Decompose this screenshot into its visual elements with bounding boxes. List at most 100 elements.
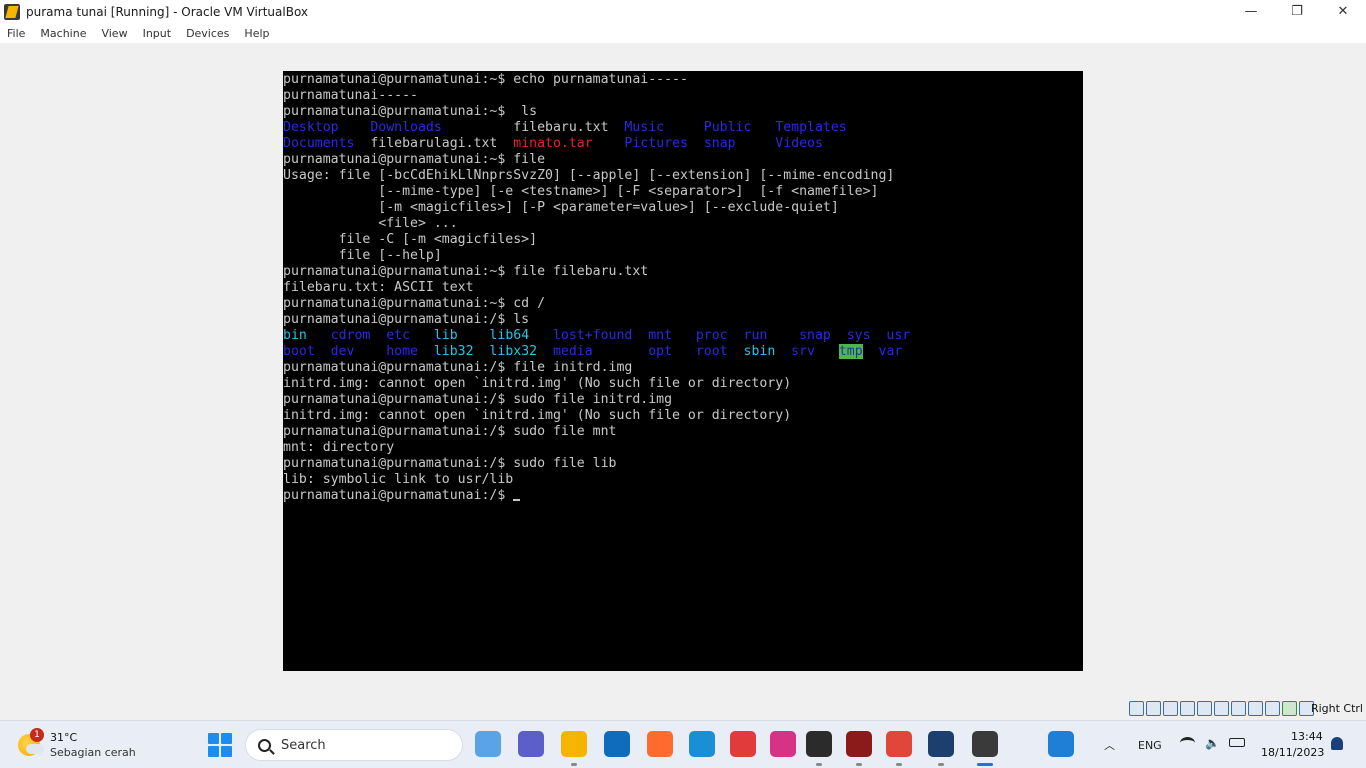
terminal-text-segment: var bbox=[862, 344, 903, 359]
weather-temperature: 31°C bbox=[50, 731, 78, 744]
menu-file[interactable]: File bbox=[7, 27, 25, 40]
running-indicator bbox=[896, 763, 902, 766]
terminal-text-segment: initrd.img: cannot open `initrd.img' (No… bbox=[283, 408, 792, 423]
terminal-text-segment: purnamatunai@purnamatunai:~$ file fileba… bbox=[283, 264, 649, 279]
terminal-text-segment: filebaru.txt bbox=[513, 120, 625, 135]
virtualbox-vm-icon[interactable] bbox=[972, 731, 998, 757]
teams-icon[interactable] bbox=[518, 731, 544, 757]
input-language[interactable]: ENG bbox=[1138, 739, 1162, 752]
winrar-icon[interactable] bbox=[846, 731, 872, 757]
terminal-line: purnamatunai@purnamatunai:/$ file initrd… bbox=[283, 360, 1083, 376]
menu-machine[interactable]: Machine bbox=[40, 27, 86, 40]
chrome-icon[interactable] bbox=[886, 731, 912, 757]
recording-icon[interactable] bbox=[1248, 701, 1263, 716]
window-titlebar: purama tunai [Running] - Oracle VM Virtu… bbox=[0, 0, 1366, 23]
terminal-text-segment: srv bbox=[775, 344, 839, 359]
terminal-text-segment: lib lib64 bbox=[433, 328, 553, 343]
notification-bell-icon[interactable] bbox=[1331, 737, 1343, 750]
terminal-text-segment: purnamatunai@purnamatunai:~$ echo purnam… bbox=[283, 72, 688, 87]
terminal-text-segment: purnamatunai@purnamatunai:~$ cd / bbox=[283, 296, 546, 311]
terminal-text-segment: tmp bbox=[838, 344, 863, 359]
edge-icon[interactable] bbox=[689, 731, 715, 757]
mouse-integration-icon[interactable] bbox=[1282, 701, 1297, 716]
terminal-text-segment: purnamatunai@purnamatunai:/$ file initrd… bbox=[283, 360, 633, 375]
terminal-line: Desktop Downloads filebaru.txt Music Pub… bbox=[283, 120, 1083, 136]
terminal-text-segment: file -C [-m <magicfiles>] bbox=[283, 232, 538, 247]
windows-logo-tile bbox=[208, 733, 219, 744]
terminal-text-segment: purnamatunai@purnamatunai:/$ sudo file m… bbox=[283, 424, 617, 439]
wps-office-icon[interactable] bbox=[770, 731, 796, 757]
close-button[interactable]: ✕ bbox=[1320, 0, 1366, 23]
host-key-label: Right Ctrl bbox=[1310, 702, 1363, 715]
battery-icon[interactable] bbox=[1229, 738, 1245, 747]
maximize-button[interactable]: ❐ bbox=[1274, 0, 1320, 23]
terminal-line: purnamatunai@purnamatunai:/$ sudo file l… bbox=[283, 456, 1083, 472]
terminal-line: <file> ... bbox=[283, 216, 1083, 232]
terminal-text-segment: Pictures snap Videos bbox=[592, 136, 823, 151]
clock-date[interactable]: 18/11/2023 bbox=[1261, 746, 1324, 759]
terminal-text-segment: lib: symbolic link to usr/lib bbox=[283, 472, 514, 487]
copilot-icon[interactable] bbox=[475, 731, 501, 757]
terminal-text-segment: initrd.img: cannot open `initrd.img' (No… bbox=[283, 376, 792, 391]
terminal-line: purnamatunai@purnamatunai:/$ sudo file m… bbox=[283, 424, 1083, 440]
microsoft-store-icon[interactable] bbox=[604, 731, 630, 757]
taskbar-search-box[interactable]: Search bbox=[245, 729, 463, 761]
terminal-text-segment: lib32 libx32 bbox=[433, 344, 553, 359]
terminal-line: [--mime-type] [-e <testname>] [-F <separ… bbox=[283, 184, 1083, 200]
running-indicator bbox=[938, 763, 944, 766]
optical-drive-icon[interactable] bbox=[1146, 701, 1161, 716]
window-title: purama tunai [Running] - Oracle VM Virtu… bbox=[26, 4, 309, 19]
terminal-text-segment: purnamatunai@purnamatunai:/$ ls bbox=[283, 312, 530, 327]
hard-disk-icon[interactable] bbox=[1129, 701, 1144, 716]
terminal-text-segment: media opt root bbox=[552, 344, 744, 359]
terminal-line: [-m <magicfiles>] [-P <parameter=value>]… bbox=[283, 200, 1083, 216]
terminal-line: purnamatunai@purnamatunai:~$ ls bbox=[283, 104, 1083, 120]
cpu-icon[interactable] bbox=[1265, 701, 1280, 716]
weather-widget[interactable]: 1 31°C Sebagian cerah bbox=[18, 728, 138, 762]
search-placeholder: Search bbox=[281, 737, 326, 753]
usb-icon[interactable] bbox=[1197, 701, 1212, 716]
audio-icon[interactable] bbox=[1163, 701, 1178, 716]
start-button[interactable] bbox=[208, 733, 232, 757]
menu-input[interactable]: Input bbox=[143, 27, 171, 40]
wifi-icon[interactable] bbox=[1180, 737, 1195, 749]
minimize-button[interactable]: — bbox=[1228, 0, 1274, 23]
menu-bar: File Machine View Input Devices Help bbox=[0, 23, 1366, 43]
terminal-line: purnamatunai@purnamatunai:/$ bbox=[283, 488, 1083, 504]
search-icon bbox=[258, 738, 271, 752]
running-indicator bbox=[977, 763, 993, 766]
display-icon[interactable] bbox=[1231, 701, 1246, 716]
terminal-line: file [--help] bbox=[283, 248, 1083, 264]
paint-icon[interactable] bbox=[1048, 731, 1074, 757]
vm-device-icons bbox=[1129, 701, 1314, 716]
windows-logo-tile bbox=[221, 733, 232, 744]
terminal-text-segment: Usage: file [-bcCdEhikLlNnprsSvzZ0] [--a… bbox=[283, 168, 895, 183]
snipping-tool-icon[interactable] bbox=[730, 731, 756, 757]
menu-view[interactable]: View bbox=[101, 27, 127, 40]
terminal-line: bin cdrom etc lib lib64 lost+found mnt p… bbox=[283, 328, 1083, 344]
terminal-line: purnamatunai@purnamatunai:~$ echo purnam… bbox=[283, 72, 1083, 88]
terminal-text-segment: lost+found mnt proc run snap sys usr bbox=[552, 328, 911, 343]
terminal-text-segment: Desktop Downloads bbox=[283, 120, 514, 135]
network-icon[interactable] bbox=[1180, 701, 1195, 716]
windows-logo-tile bbox=[221, 746, 232, 757]
terminal-line: boot dev home lib32 libx32 media opt roo… bbox=[283, 344, 1083, 360]
vm-terminal-screen[interactable]: purnamatunai@purnamatunai:~$ echo purnam… bbox=[283, 71, 1083, 671]
volume-icon[interactable]: 🔈 bbox=[1205, 736, 1220, 750]
terminal-icon[interactable] bbox=[806, 731, 832, 757]
menu-devices[interactable]: Devices bbox=[186, 27, 229, 40]
running-indicator bbox=[816, 763, 822, 766]
show-hidden-icons-button[interactable]: ︿ bbox=[1104, 737, 1115, 753]
weather-condition: Sebagian cerah bbox=[50, 746, 136, 759]
terminal-text-segment: purnamatunai@purnamatunai:~$ file bbox=[283, 152, 546, 167]
terminal-text-segment: purnamatunai@purnamatunai:/$ sudo file i… bbox=[283, 392, 673, 407]
firefox-icon[interactable] bbox=[647, 731, 673, 757]
file-explorer-icon[interactable] bbox=[561, 731, 587, 757]
shared-folders-icon[interactable] bbox=[1214, 701, 1229, 716]
virtualbox-icon[interactable] bbox=[928, 731, 954, 757]
running-indicator bbox=[856, 763, 862, 766]
menu-help[interactable]: Help bbox=[244, 27, 269, 40]
terminal-text-segment: cdrom etc bbox=[330, 328, 434, 343]
clock-time[interactable]: 13:44 bbox=[1291, 730, 1323, 743]
terminal-text-segment: boot dev home bbox=[283, 344, 434, 359]
